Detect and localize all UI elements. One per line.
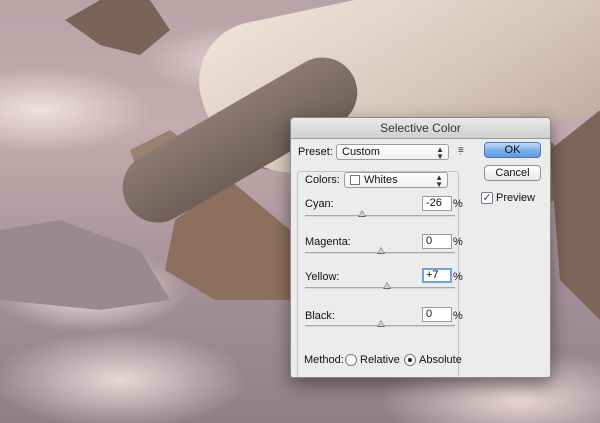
yellow-slider-track[interactable] <box>305 287 455 289</box>
select-arrows-icon: ▲ ▼ <box>435 173 443 189</box>
yellow-input[interactable]: +7 <box>422 268 452 283</box>
black-slider-thumb[interactable] <box>377 320 385 327</box>
yellow-slider-thumb[interactable] <box>383 282 391 289</box>
black-percent: % <box>453 310 463 322</box>
cyan-slider-track[interactable] <box>305 215 455 217</box>
dialog-title: Selective Color <box>291 118 550 139</box>
colors-select[interactable]: Whites ▲ ▼ <box>344 172 448 189</box>
magenta-label: Magenta: <box>305 236 351 248</box>
cyan-input[interactable]: -26 <box>422 196 452 211</box>
colors-label: Colors: <box>305 174 340 186</box>
colors-value: Whites <box>364 174 398 186</box>
ok-button[interactable]: OK <box>484 142 541 158</box>
cyan-label: Cyan: <box>305 198 334 210</box>
black-label: Black: <box>305 310 335 322</box>
selective-color-dialog: Selective Color Preset: Custom ▲ ▼ ≡̣ OK … <box>290 117 551 378</box>
select-arrows-icon: ▲ ▼ <box>436 145 444 161</box>
relative-radio[interactable] <box>345 354 357 366</box>
method-label: Method: <box>304 354 344 366</box>
list-options-icon[interactable]: ≡̣ <box>458 145 464 156</box>
color-swatch-icon <box>350 175 360 185</box>
cancel-button[interactable]: Cancel <box>484 165 541 181</box>
magenta-slider-thumb[interactable] <box>377 247 385 254</box>
magenta-percent: % <box>453 236 463 248</box>
cyan-slider-thumb[interactable] <box>358 210 366 217</box>
absolute-label: Absolute <box>419 354 462 366</box>
check-icon: ✓ <box>482 192 492 204</box>
preset-value: Custom <box>342 146 380 158</box>
preset-label: Preset: <box>298 146 333 158</box>
yellow-percent: % <box>453 271 463 283</box>
magenta-input[interactable]: 0 <box>422 234 452 249</box>
black-input[interactable]: 0 <box>422 307 452 322</box>
relative-label: Relative <box>360 354 400 366</box>
preset-select[interactable]: Custom ▲ ▼ <box>336 144 449 161</box>
cyan-percent: % <box>453 198 463 210</box>
preview-label: Preview <box>496 192 536 204</box>
yellow-label: Yellow: <box>305 271 340 283</box>
absolute-radio[interactable] <box>404 354 416 366</box>
preview-checkbox[interactable]: ✓ <box>481 192 493 204</box>
